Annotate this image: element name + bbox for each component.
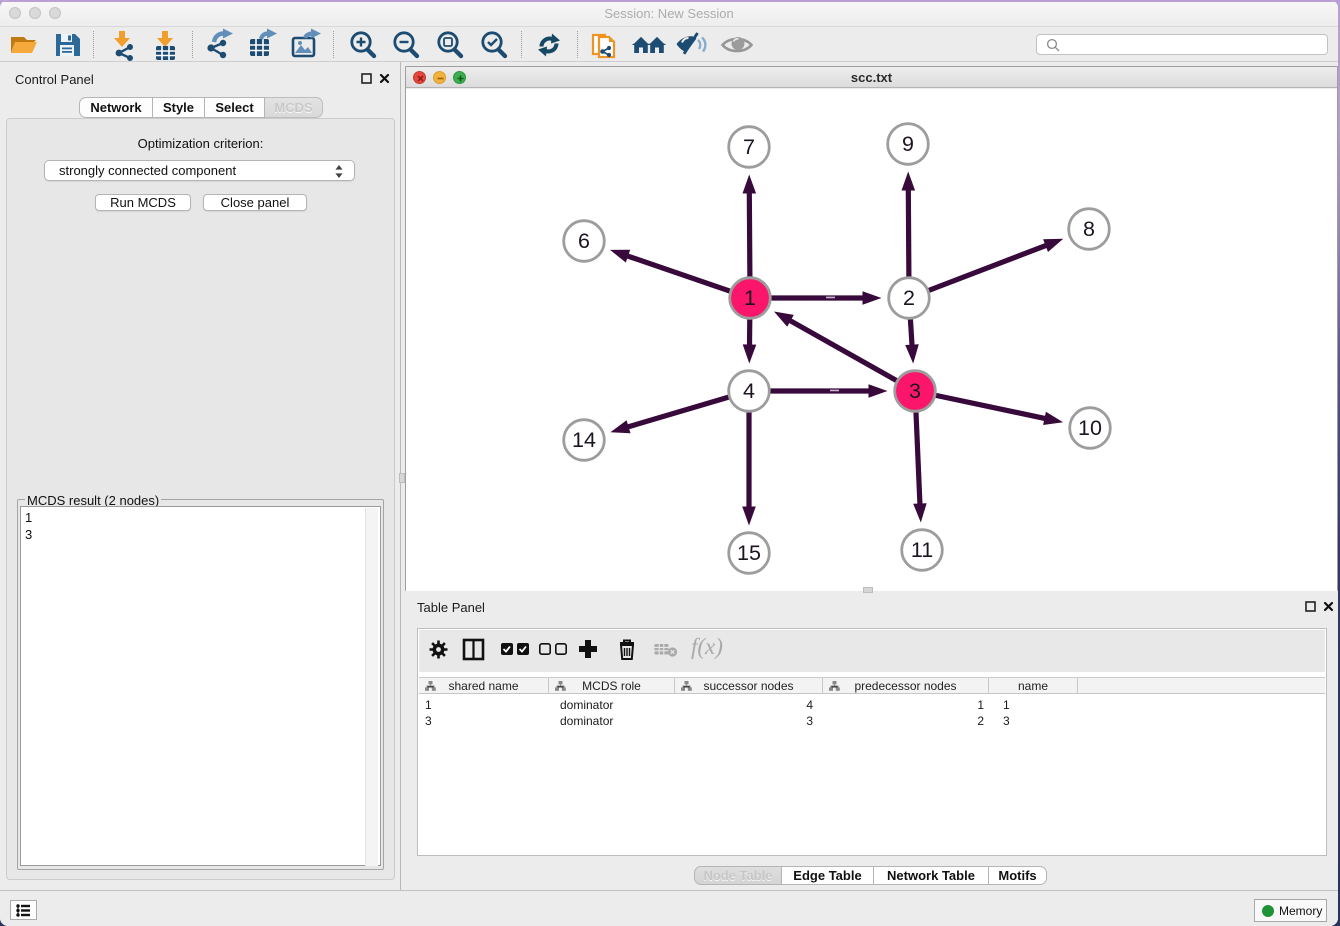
svg-text:7: 7 xyxy=(743,135,755,159)
svg-text:9: 9 xyxy=(902,132,914,156)
svg-text:10: 10 xyxy=(1078,416,1102,440)
svg-text:6: 6 xyxy=(578,229,590,253)
svg-text:14: 14 xyxy=(572,428,596,452)
svg-text:11: 11 xyxy=(911,538,933,562)
svg-text:4: 4 xyxy=(743,379,755,403)
svg-text:1: 1 xyxy=(744,286,756,310)
svg-text:8: 8 xyxy=(1083,217,1095,241)
svg-text:3: 3 xyxy=(909,379,921,403)
svg-text:2: 2 xyxy=(903,286,915,310)
svg-text:15: 15 xyxy=(737,541,761,565)
